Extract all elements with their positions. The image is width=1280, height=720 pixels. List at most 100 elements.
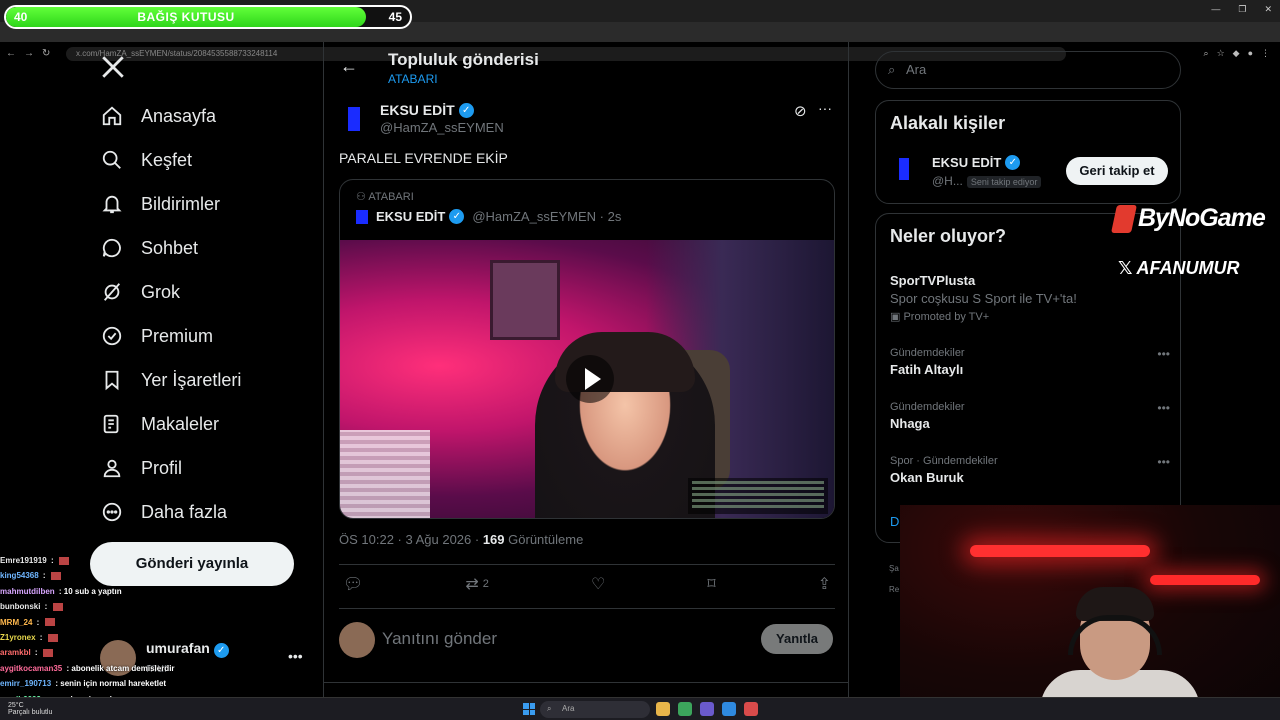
star-icon[interactable]: ☆ [1217, 48, 1225, 59]
reply-input[interactable]: Yanıtını gönder [382, 629, 497, 649]
sidebar-item-chat[interactable]: Sohbet [100, 226, 241, 270]
search-icon [100, 148, 124, 172]
divider [339, 564, 835, 565]
sidebar-item-label: Daha fazla [141, 501, 228, 522]
sidebar-item-premium[interactable]: Premium [100, 314, 241, 358]
windows-start-icon[interactable] [523, 703, 535, 715]
sidebar-item-label: Sohbet [141, 237, 199, 258]
more-icon[interactable]: ••• [1157, 401, 1170, 415]
more-icon[interactable]: ••• [1157, 347, 1170, 361]
minimize-icon[interactable]: — [1211, 4, 1220, 15]
social-handle-overlay: 𝕏 AFANUMUR [1118, 258, 1240, 278]
chat-username[interactable]: emirr_190713 [0, 679, 51, 688]
chrome-icon[interactable] [678, 702, 692, 716]
taskbar-search[interactable]: ⌕ Ara [540, 701, 650, 718]
more-icon[interactable]: ··· [818, 100, 832, 116]
sidebar-item-label: Anasayfa [141, 105, 217, 126]
sidebar-item-label: Premium [141, 325, 214, 346]
profile-menu-icon[interactable]: ⋮ [1261, 48, 1270, 59]
sidebar-item-notifications[interactable]: Bildirimler [100, 182, 241, 226]
taskbar-apps [656, 702, 758, 716]
x-logo-icon: 𝕏 [1118, 258, 1133, 278]
home-icon [100, 104, 124, 128]
grok-icon [100, 280, 124, 304]
back-icon[interactable]: ← [6, 48, 16, 59]
trend-item[interactable]: Gündemdekiler Nhaga ••• [890, 401, 1170, 431]
reply-icon[interactable]: 💬︎ [343, 574, 363, 594]
quote-meta: @HamZA_ssEYMEN · 2s [472, 209, 622, 224]
sidebar-item-profile[interactable]: Profil [100, 446, 241, 490]
extension-icons: ⌕ ☆ ◆ ● ⋮ [1204, 48, 1270, 59]
avatar[interactable] [892, 155, 922, 185]
author-avatar[interactable] [340, 102, 376, 138]
donation-title: BAĞIŞ KUTUSU [137, 10, 235, 24]
chat-username[interactable]: bunbonski [0, 602, 40, 611]
reload-icon[interactable]: ↻ [42, 48, 50, 59]
sidebar-item-more[interactable]: Daha fazla [100, 490, 241, 534]
sidebar-item-home[interactable]: Anasayfa [100, 94, 241, 138]
app-icon[interactable] [700, 702, 714, 716]
weather-widget[interactable]: 25°C Parçalı bulutlu [8, 702, 52, 716]
x-logo-icon[interactable] [100, 54, 126, 80]
chat-username[interactable]: mahmutdilben [0, 587, 55, 596]
trend-item[interactable]: Gündemdekiler Fatih Altaylı ••• [890, 347, 1170, 377]
show-more-link[interactable]: D [890, 514, 899, 529]
bookmark-icon[interactable]: ⌑ [707, 574, 715, 594]
quote-author[interactable]: EKSU EDİT ✓ @HamZA_ssEYMEN · 2s [356, 209, 621, 224]
sidebar-item-explore[interactable]: Keşfet [100, 138, 241, 182]
author-name[interactable]: EKSU EDİT ✓ [380, 102, 474, 118]
emote-icon [50, 572, 61, 581]
quoted-post[interactable]: ⚇ ATABARI EKSU EDİT ✓ @HamZA_ssEYMEN · 2… [339, 179, 835, 519]
video-player[interactable] [340, 240, 834, 518]
community-label: ⚇ ATABARI [356, 191, 414, 203]
grok-icon[interactable]: ⊘ [794, 102, 807, 120]
close-icon[interactable]: ✕ [1264, 4, 1272, 15]
sidebar-item-articles[interactable]: Makaleler [100, 402, 241, 446]
search-icon: ⌕ [547, 704, 552, 713]
share-icon[interactable]: ⇪ [818, 574, 831, 594]
chat-message: MRM_24 : [0, 615, 300, 630]
app-icon[interactable] [744, 702, 758, 716]
like-icon[interactable]: ♡ [591, 574, 605, 594]
more-icon[interactable]: ••• [1157, 455, 1170, 469]
reply-button[interactable]: Yanıtla [761, 624, 833, 654]
promoted-label: ▣ Promoted by TV+ [890, 311, 990, 323]
folder-icon[interactable] [656, 702, 670, 716]
sidebar-item-bookmarks[interactable]: Yer İşaretleri [100, 358, 241, 402]
related-user-name[interactable]: EKSU EDİT ✓ [932, 155, 1021, 170]
chat-username[interactable]: Z1yronex [0, 633, 36, 642]
author-handle[interactable]: @HamZA_ssEYMEN [380, 120, 504, 135]
repost-icon[interactable]: ⇄ 2 [465, 574, 489, 594]
chat-username[interactable]: aramkbl [0, 648, 31, 657]
bynogame-logo-icon [1111, 204, 1137, 233]
footer-link[interactable]: Şa [889, 564, 899, 573]
zoom-icon[interactable]: ⌕ [1204, 48, 1209, 59]
play-icon[interactable] [566, 355, 614, 403]
main-column: ← Topluluk gönderisi ATABARI EKSU EDİT ✓ … [323, 42, 849, 720]
webcam-overlay [900, 505, 1280, 720]
chat-username[interactable]: MRM_24 [0, 618, 32, 627]
edge-icon[interactable] [722, 702, 736, 716]
chat-text: abonelik atcam demislerdir [71, 663, 175, 673]
follow-back-button[interactable]: Geri takip et [1066, 157, 1168, 185]
post-text: PARALEL EVRENDE EKİP [339, 150, 508, 166]
sidebar-item-grok[interactable]: Grok [100, 270, 241, 314]
chat-username[interactable]: king54368 [0, 571, 39, 580]
restore-icon[interactable]: ❐ [1238, 4, 1246, 15]
chat-username[interactable]: Emre191919 [0, 556, 47, 565]
sidebar-item-label: Keşfet [141, 149, 193, 170]
extension-icon[interactable]: ● [1248, 48, 1253, 59]
emote-icon [47, 633, 58, 642]
verified-icon: ✓ [449, 209, 465, 224]
extension-icon[interactable]: ◆ [1233, 48, 1240, 59]
search-input[interactable]: ⌕ Ara [875, 51, 1181, 89]
chat-username[interactable]: aygitkocaman35 [0, 664, 62, 673]
forward-icon[interactable]: → [24, 48, 34, 59]
panel-title: Neler oluyor? [890, 226, 1007, 246]
footer-link[interactable]: Re [889, 585, 899, 594]
trend-item[interactable]: Spor · Gündemdekiler Okan Buruk ••• [890, 455, 1170, 485]
chat-message: Emre191919 : [0, 553, 300, 568]
back-arrow-icon[interactable]: ← [340, 56, 358, 77]
community-link[interactable]: ATABARI [388, 72, 438, 86]
chat-message: bunbonski : [0, 599, 300, 614]
